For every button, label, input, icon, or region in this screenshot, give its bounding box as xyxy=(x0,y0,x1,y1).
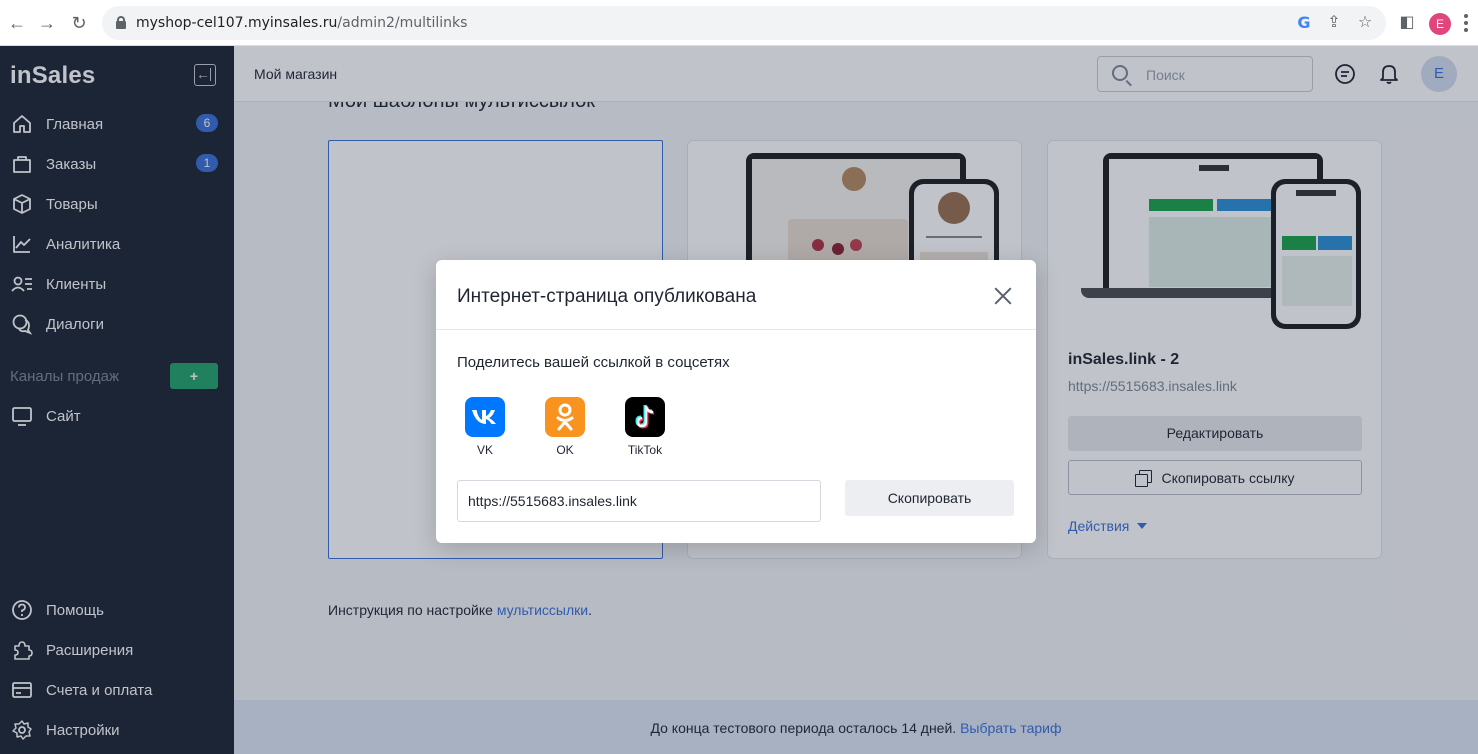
browser-profile-avatar[interactable]: E xyxy=(1429,13,1451,35)
forward-icon[interactable]: → xyxy=(36,12,58,34)
side-panel-icon[interactable]: ◧ xyxy=(1397,13,1417,33)
share-ok-button[interactable]: OK xyxy=(535,397,595,457)
share-name: OK xyxy=(556,443,574,457)
tiktok-icon xyxy=(625,397,665,437)
modal-divider xyxy=(436,329,1036,330)
url-text: myshop-cel107.myinsales.ru/admin2/multil… xyxy=(136,15,468,31)
lock-icon[interactable] xyxy=(116,16,126,29)
bookmark-star-icon[interactable]: ☆ xyxy=(1355,13,1375,33)
copy-button[interactable]: Скопировать xyxy=(845,480,1014,516)
google-icon[interactable]: G xyxy=(1294,13,1314,33)
published-modal: Интернет-страница опубликована Поделитес… xyxy=(436,260,1036,543)
browser-toolbar: ← → ↻ myshop-cel107.myinsales.ru/admin2/… xyxy=(0,0,1478,46)
reload-icon[interactable]: ↻ xyxy=(68,12,90,34)
close-icon[interactable] xyxy=(992,285,1014,307)
vk-icon xyxy=(465,397,505,437)
share-icon[interactable]: ⇪ xyxy=(1324,13,1344,33)
modal-title: Интернет-страница опубликована xyxy=(457,286,757,307)
share-tiktok-button[interactable]: TikTok xyxy=(615,397,675,457)
browser-menu-icon[interactable] xyxy=(1464,14,1468,32)
link-field[interactable]: https://5515683.insales.link xyxy=(457,480,821,522)
address-bar[interactable]: myshop-cel107.myinsales.ru/admin2/multil… xyxy=(102,6,1386,40)
share-name: VK xyxy=(476,443,493,457)
back-icon[interactable]: ← xyxy=(6,12,28,34)
modal-subtitle: Поделитесь вашей ссылкой в соцсетях xyxy=(457,354,730,371)
ok-icon xyxy=(545,397,585,437)
share-name: TikTok xyxy=(627,443,663,457)
share-vk-button[interactable]: VK xyxy=(455,397,515,457)
